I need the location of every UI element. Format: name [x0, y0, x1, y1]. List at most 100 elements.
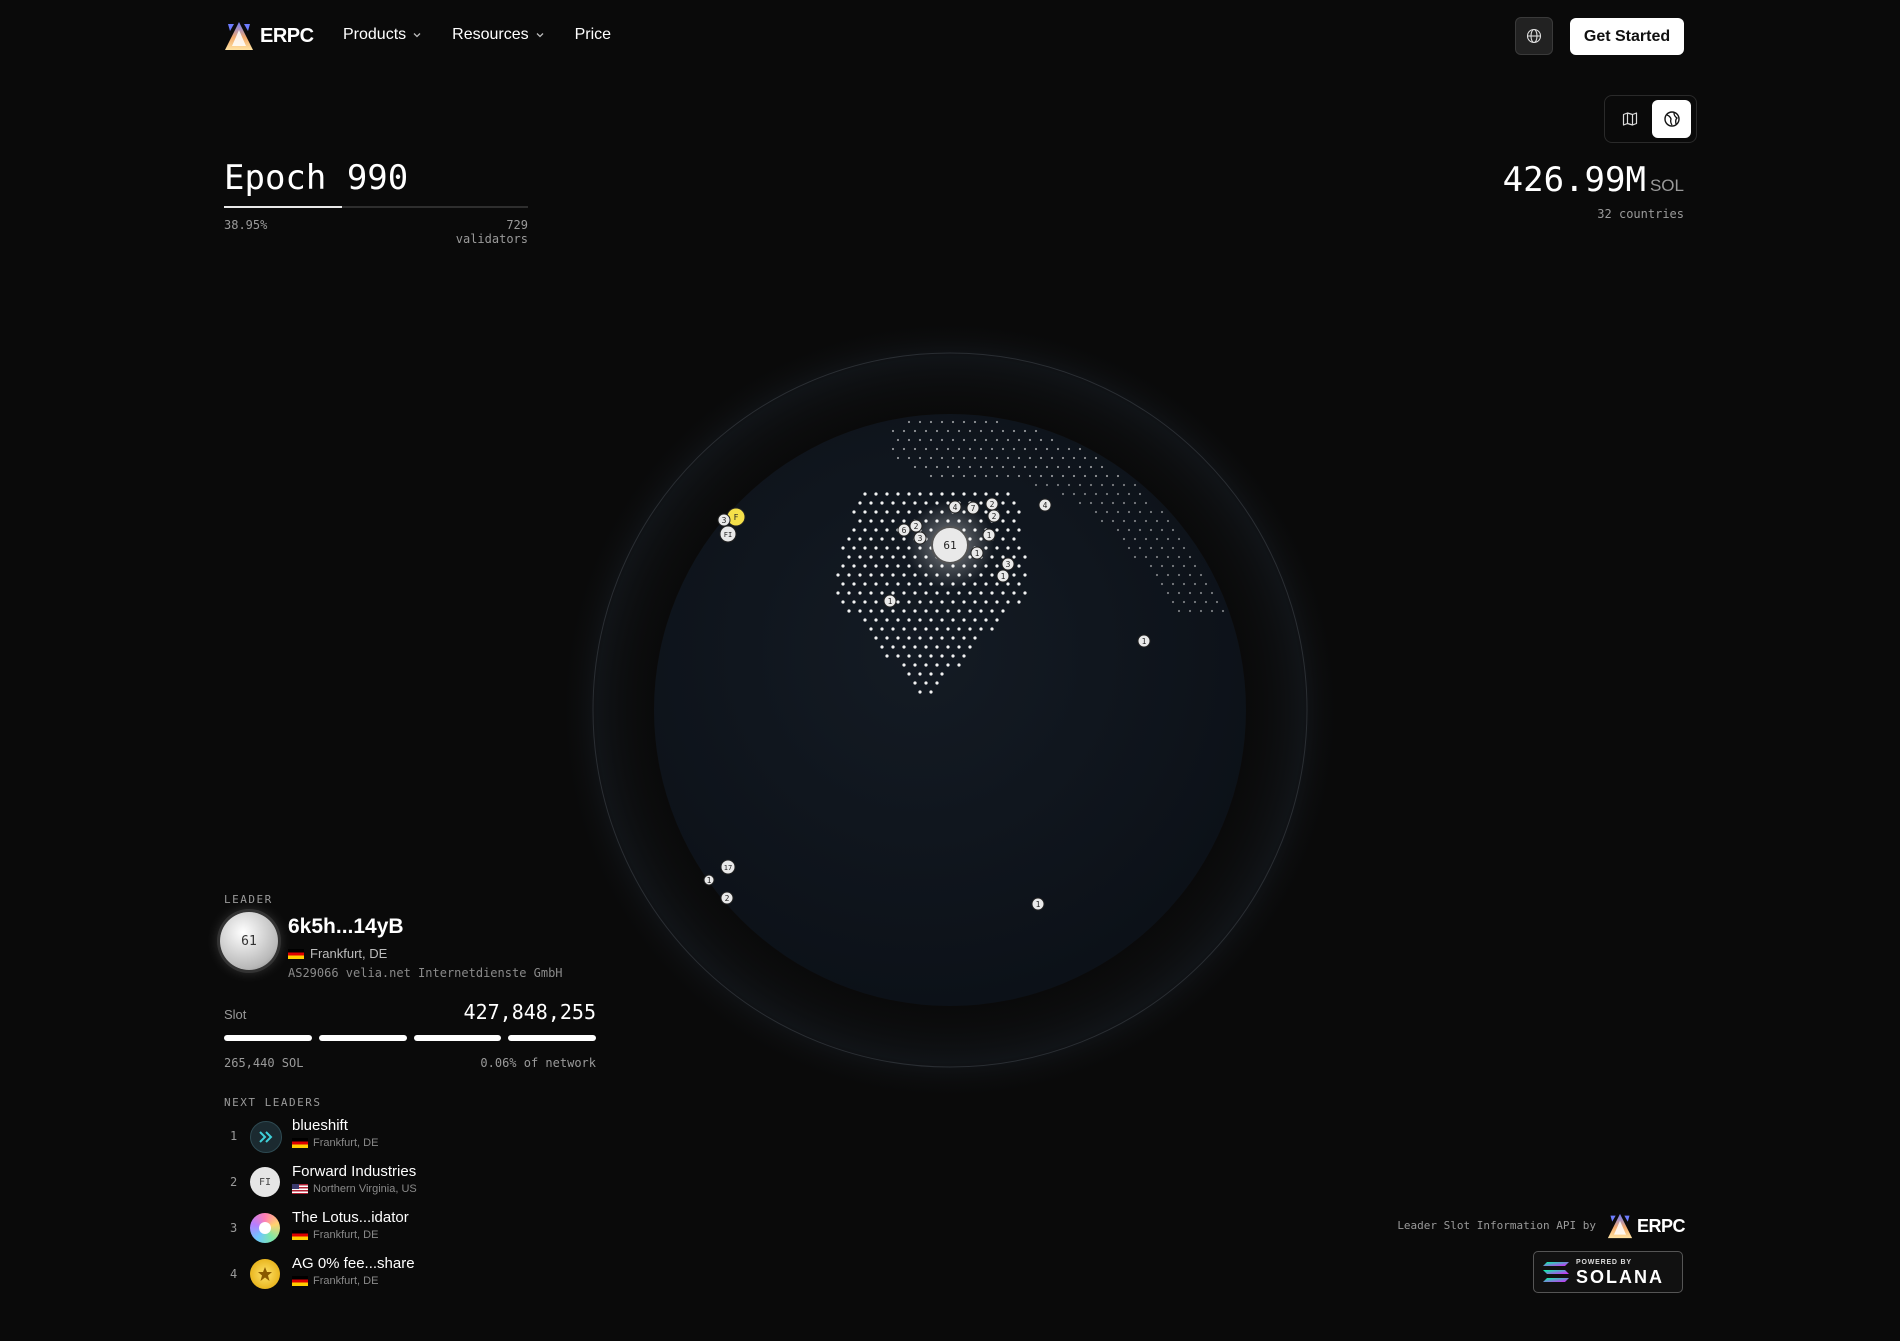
next-leader-name: The Lotus...idator: [292, 1209, 409, 1226]
landmass-dot: [918, 492, 922, 496]
landmass-dot: [984, 510, 988, 514]
landmass-dot: [1133, 537, 1137, 541]
validator-cluster-marker[interactable]: 7: [966, 501, 980, 515]
landmass-dot: [902, 555, 906, 559]
next-leader-rank: 2: [230, 1175, 238, 1189]
landmass-dot: [951, 438, 955, 442]
landmass-dot: [869, 555, 873, 559]
validator-cluster-marker[interactable]: 3: [913, 531, 927, 545]
landmass-dot: [1100, 483, 1104, 487]
get-started-button[interactable]: Get Started: [1570, 18, 1684, 55]
landmass-dot: [913, 429, 917, 433]
landmass-dot: [1171, 600, 1175, 604]
landmass-dot: [874, 582, 878, 586]
landmass-dot: [1166, 555, 1170, 559]
validator-cluster-marker[interactable]: 2: [720, 891, 734, 905]
slot-label: Slot: [224, 1007, 247, 1022]
landmass-dot: [940, 654, 944, 658]
landmass-dot: [1166, 519, 1170, 523]
landmass-dot: [962, 600, 966, 604]
landmass-dot: [852, 582, 856, 586]
validator-cluster-marker[interactable]: 3: [1001, 557, 1015, 571]
brand-name: ERPC: [260, 24, 314, 47]
validator-cluster-marker[interactable]: 6: [897, 523, 911, 537]
validator-cluster-marker[interactable]: FI: [719, 525, 737, 543]
nav-products[interactable]: Products: [343, 26, 422, 44]
next-leader-item[interactable]: 3 The Lotus...idator Frankfurt, DE: [224, 1209, 624, 1249]
landmass-dot: [1017, 582, 1021, 586]
validator-cluster-marker[interactable]: 1: [996, 569, 1010, 583]
validator-cluster-marker[interactable]: 4: [948, 500, 962, 514]
landmass-dot: [935, 609, 939, 613]
cluster-count-label: 17: [724, 864, 732, 872]
landmass-dot: [874, 528, 878, 532]
germany-flag-icon: [292, 1276, 308, 1286]
language-button[interactable]: [1515, 17, 1553, 55]
landmass-dot: [1050, 474, 1054, 478]
validator-cluster-marker[interactable]: 4: [1038, 498, 1052, 512]
map-view-button[interactable]: [1610, 100, 1649, 138]
globe-view-button[interactable]: [1652, 100, 1691, 138]
leader-avatar[interactable]: 61: [220, 912, 278, 970]
landmass-dot: [1083, 492, 1087, 496]
leader-name[interactable]: 6k5h...14yB: [288, 915, 404, 939]
erpc-footer-logo[interactable]: ERPC: [1607, 1212, 1686, 1240]
landmass-dot: [979, 465, 983, 469]
landmass-dot: [1017, 438, 1021, 442]
nav-price[interactable]: Price: [575, 26, 611, 44]
landmass-dot: [957, 645, 961, 649]
landmass-dot: [902, 519, 906, 523]
landmass-dot: [874, 510, 878, 514]
validator-cluster-marker[interactable]: 2: [985, 497, 999, 511]
validator-cluster-marker[interactable]: 2: [909, 519, 923, 533]
validator-cluster-marker[interactable]: 1: [970, 546, 984, 560]
landmass-dot: [1094, 492, 1098, 496]
nav-resources[interactable]: Resources: [452, 26, 544, 44]
validator-globe[interactable]: 61FFI34 7 2246 23 11311117211: [550, 315, 1350, 1115]
landmass-dot: [858, 609, 862, 613]
landmass-dot: [1017, 600, 1021, 604]
api-attribution: Leader Slot Information API by: [1397, 1219, 1596, 1232]
landmass-dot: [880, 609, 884, 613]
landmass-dot: [863, 564, 867, 568]
next-leader-item[interactable]: 2 FI Forward Industries Northern Virgini…: [224, 1163, 624, 1203]
landmass-dot: [1199, 609, 1203, 613]
stake-unit: SOL: [1649, 176, 1684, 195]
landmass-dot: [929, 636, 933, 640]
map-icon: [1622, 112, 1637, 126]
landmass-dot: [940, 474, 944, 478]
landmass-dot: [874, 546, 878, 550]
validator-cluster-marker[interactable]: 1: [1031, 897, 1045, 911]
validator-cluster-marker[interactable]: 3: [717, 513, 731, 527]
validator-cluster-marker[interactable]: 1: [982, 528, 996, 542]
landmass-dot: [951, 456, 955, 460]
brand-logo[interactable]: ERPC: [224, 20, 314, 52]
landmass-dot: [841, 564, 845, 568]
landmass-dot: [869, 501, 873, 505]
landmass-dot: [1188, 573, 1192, 577]
landmass-dot: [990, 447, 994, 451]
landmass-dot: [1001, 609, 1005, 613]
landmass-dot: [1127, 546, 1131, 550]
powered-by-solana-badge[interactable]: POWERED BY SOLANA: [1533, 1251, 1683, 1293]
validator-cluster-marker[interactable]: 2: [987, 509, 1001, 523]
slot-bar: [318, 1035, 407, 1041]
landmass-dot: [995, 582, 999, 586]
landmass-dot: [891, 609, 895, 613]
next-leader-item[interactable]: 1 blueshift Frankfurt, DE: [224, 1117, 624, 1157]
validator-cluster-marker[interactable]: 17: [720, 859, 736, 875]
cluster-count-label: 2: [990, 500, 995, 509]
validator-cluster-marker[interactable]: 1: [883, 594, 897, 608]
landmass-dot: [1111, 501, 1115, 505]
view-toggle: [1604, 95, 1697, 143]
landmass-dot: [907, 636, 911, 640]
landmass-dot: [951, 474, 955, 478]
landmass-dot: [924, 627, 928, 631]
landmass-dot: [995, 546, 999, 550]
validator-cluster-marker[interactable]: 1: [703, 874, 715, 886]
validator-cluster-marker[interactable]: 1: [1137, 634, 1151, 648]
landmass-dot: [1149, 528, 1153, 532]
landmass-dot: [874, 636, 878, 640]
next-leader-item[interactable]: 4 AG 0% fee...share Frankfurt, DE: [224, 1255, 624, 1295]
leader-cluster-marker[interactable]: 61: [906, 501, 994, 589]
